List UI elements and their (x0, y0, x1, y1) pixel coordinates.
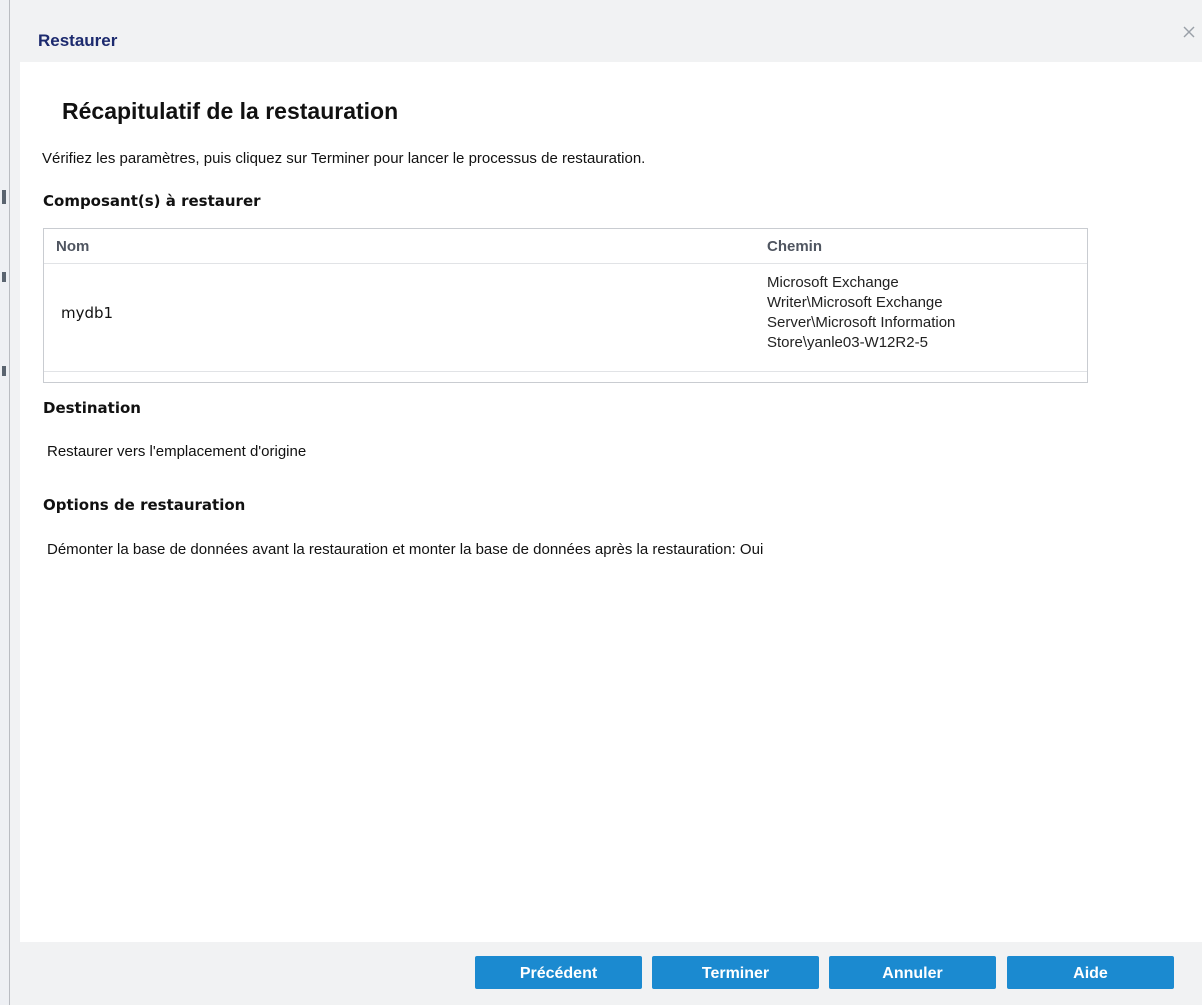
destination-heading: Destination (43, 399, 141, 417)
background-mark (2, 366, 6, 376)
finish-button[interactable]: Terminer (652, 956, 819, 989)
table-header: Nom Chemin (44, 229, 1087, 264)
dialog-content: Récapitulatif de la restauration Vérifie… (20, 62, 1202, 942)
dialog-titlebar: Restaurer (10, 0, 1202, 62)
cancel-button[interactable]: Annuler (829, 956, 996, 989)
restore-dialog: Restaurer Récapitulatif de la restaurati… (10, 0, 1202, 1005)
component-path: Microsoft Exchange Writer\Microsoft Exch… (767, 273, 1067, 353)
background-window-edge (0, 0, 10, 1005)
dialog-footer: Précédent Terminer Annuler Aide (10, 942, 1202, 1005)
table-row[interactable]: mydb1 Microsoft Exchange Writer\Microsof… (44, 264, 1087, 372)
background-mark (2, 190, 6, 204)
help-button[interactable]: Aide (1007, 956, 1174, 989)
component-path-line: Server\Microsoft Information (767, 314, 956, 331)
component-path-line: Writer\Microsoft Exchange (767, 294, 943, 311)
components-heading: Composant(s) à restaurer (43, 192, 261, 210)
column-header-path[interactable]: Chemin (767, 238, 822, 255)
page-title: Récapitulatif de la restauration (62, 98, 399, 124)
component-path-line: Store\yanle03-W12R2-5 (767, 334, 928, 351)
column-header-name[interactable]: Nom (56, 238, 89, 255)
options-heading: Options de restauration (43, 496, 246, 514)
component-name: mydb1 (61, 304, 114, 322)
previous-button[interactable]: Précédent (475, 956, 642, 989)
close-icon[interactable] (1181, 24, 1197, 40)
background-mark (2, 272, 6, 282)
intro-text: Vérifiez les paramètres, puis cliquez su… (42, 150, 646, 167)
component-path-line: Microsoft Exchange (767, 274, 899, 291)
destination-value: Restaurer vers l'emplacement d'origine (47, 443, 307, 460)
components-table: Nom Chemin mydb1 Microsoft Exchange Writ… (43, 228, 1088, 383)
dialog-title: Restaurer (38, 31, 118, 50)
options-value: Démonter la base de données avant la res… (47, 541, 764, 558)
